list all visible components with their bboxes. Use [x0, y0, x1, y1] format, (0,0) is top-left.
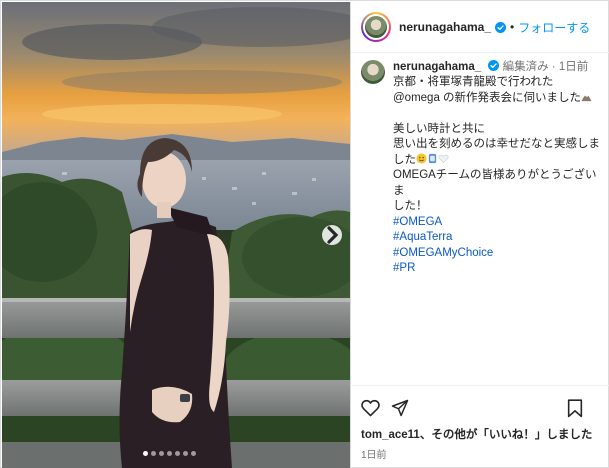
carousel-dot: [167, 451, 172, 456]
avatar: [363, 14, 389, 40]
heart-icon: [360, 399, 380, 417]
carousel-dot: [175, 451, 180, 456]
hashtag-link[interactable]: #OMEGAMyChoice: [393, 246, 606, 262]
post-sidebar: nerunagahama_ • フォローする nerunagahama_ 編集済…: [350, 2, 609, 468]
caption-line-text: @omega の新作発表会に伺いました: [393, 91, 582, 104]
likes-username[interactable]: tom_ace11: [361, 429, 420, 441]
caption-username[interactable]: nerunagahama_: [393, 61, 481, 73]
carousel-dots: [143, 451, 196, 456]
caption-line: @omega の新作発表会に伺いました: [393, 91, 606, 107]
paper-plane-icon: [391, 399, 409, 417]
caption-meta: 編集済み · 1日前: [502, 61, 589, 73]
verified-badge-icon: [488, 60, 500, 71]
likes-text[interactable]: 、その他が「いいね！」しました: [420, 429, 593, 441]
bookmark-icon: [567, 398, 583, 417]
caption-avatar[interactable]: [361, 60, 385, 84]
header-separator: •: [510, 20, 515, 34]
like-button[interactable]: [360, 398, 380, 418]
caption-line-text: した: [393, 153, 416, 166]
avatar-story-ring[interactable]: [361, 12, 391, 42]
photo-image: [2, 2, 350, 468]
post-dialog: nerunagahama_ • フォローする nerunagahama_ 編集済…: [0, 0, 609, 468]
caption-line: 思い出を刻めるのは幸せだなと実感しま: [393, 138, 600, 150]
post-caption: nerunagahama_ 編集済み · 1日前 京都・将軍塚青龍殿で行われた …: [361, 60, 606, 277]
post-actions: tom_ace11、その他が「いいね！」しました 1日前: [351, 385, 609, 467]
header-username[interactable]: nerunagahama_: [399, 20, 491, 34]
smile-emoji-icon: [416, 152, 427, 164]
caption-line: 京都・将軍塚青龍殿で行われた: [393, 76, 554, 88]
caption-line: [393, 106, 606, 122]
hashtag-link[interactable]: #PR: [393, 261, 606, 277]
carousel-dot: [159, 451, 164, 456]
likes-summary: tom_ace11、その他が「いいね！」しました: [351, 426, 609, 442]
hashtag-link[interactable]: #OMEGA: [393, 215, 606, 231]
hashtag-link[interactable]: #AquaTerra: [393, 230, 606, 246]
verified-badge-icon: [495, 21, 507, 33]
mountain-emoji-icon: [581, 94, 592, 101]
watch-emoji-icon: [428, 153, 437, 163]
carousel-dot: [191, 451, 196, 456]
carousel-dot: [143, 451, 148, 456]
carousel-next-button[interactable]: [322, 225, 342, 245]
caption-line: した！: [393, 200, 428, 212]
save-button[interactable]: [565, 398, 585, 418]
carousel-dot: [183, 451, 188, 456]
share-button[interactable]: [390, 398, 410, 418]
post-photo[interactable]: [2, 2, 350, 468]
caption-line: OMEGAチームの皆様ありがとうございま: [393, 169, 597, 197]
caption-line: 美しい時計と共に: [393, 122, 485, 135]
caption-text: 京都・将軍塚青龍殿で行われた @omega の新作発表会に伺いました 美しい時計…: [393, 75, 606, 277]
caption-line: した: [393, 152, 606, 169]
post-timestamp[interactable]: 1日前: [351, 446, 609, 461]
carousel-dot: [151, 451, 156, 456]
white-heart-emoji-icon: [438, 154, 449, 163]
follow-button[interactable]: フォローする: [518, 19, 590, 36]
chevron-right-icon: [327, 226, 339, 244]
post-header: nerunagahama_ • フォローする: [351, 2, 609, 53]
